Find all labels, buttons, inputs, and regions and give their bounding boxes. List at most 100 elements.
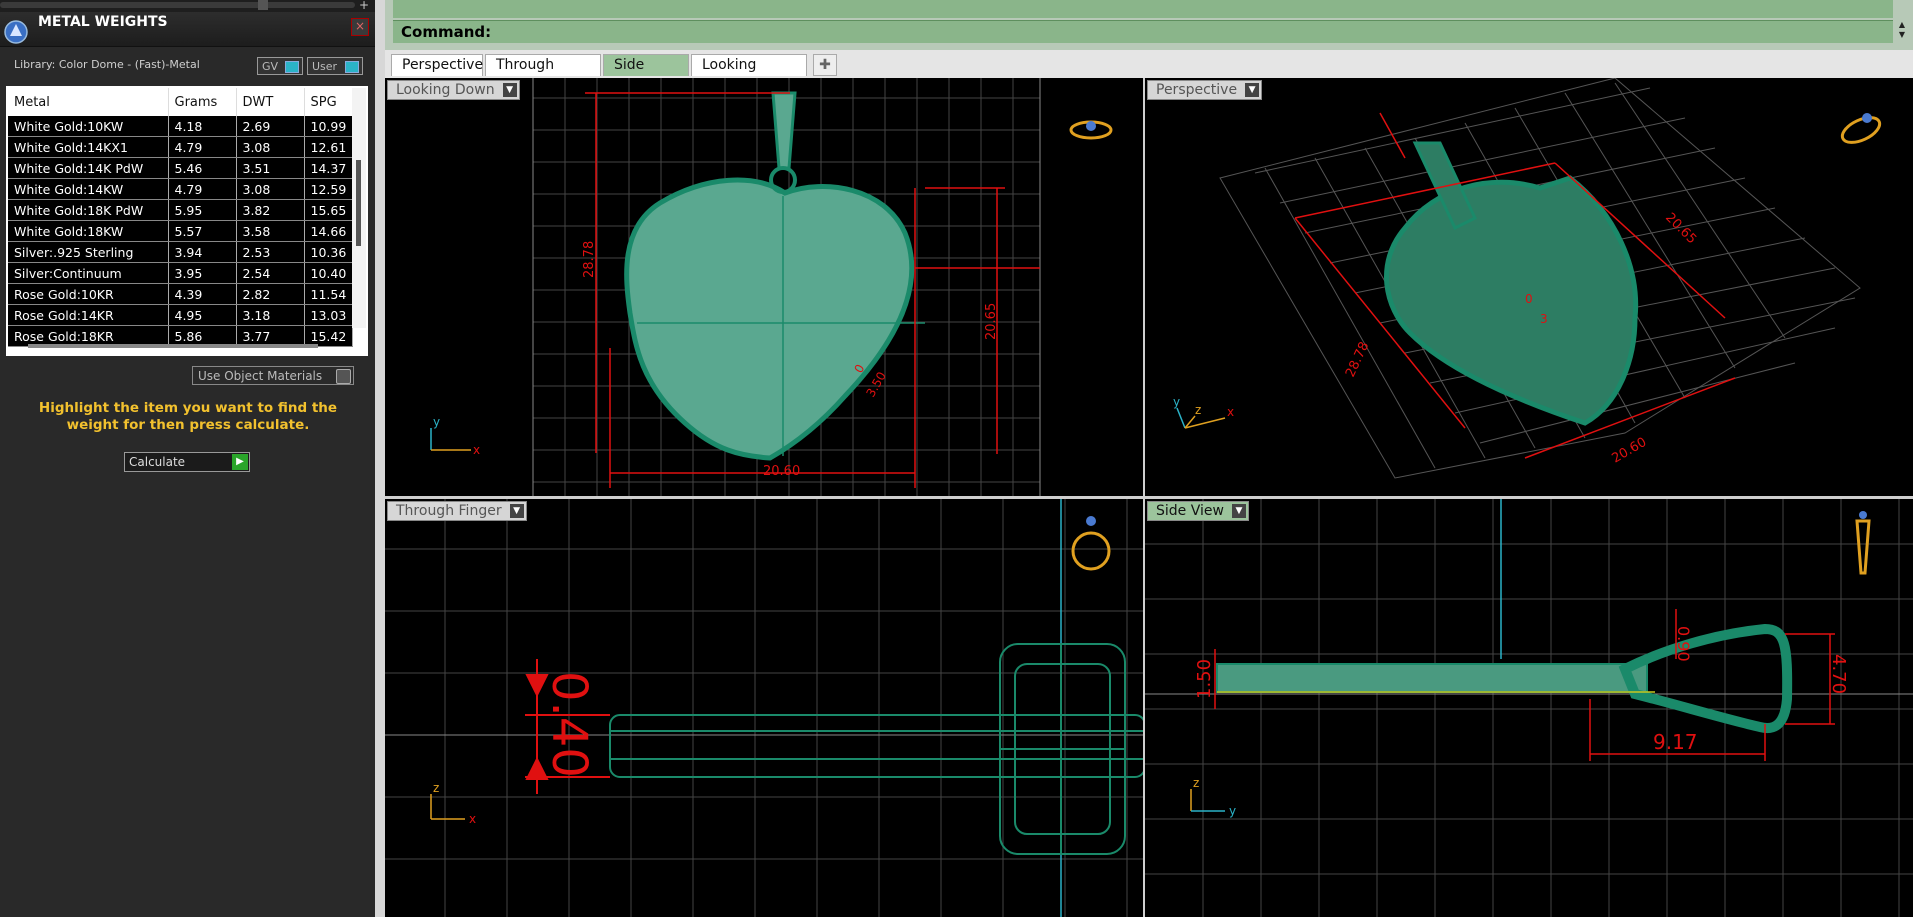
dim-c: 20.60	[1610, 435, 1650, 467]
library-label: Library: Color Dome - (Fast)-Metal	[14, 58, 200, 71]
ring-orientation-icon	[1069, 120, 1113, 140]
metal-weights-panel: + METAL WEIGHTS × Library: Color Dome - …	[0, 0, 375, 917]
command-history	[393, 0, 1893, 18]
table-header-row: Metal Grams DWT SPG	[8, 88, 353, 116]
dim-thickness: 0.40	[541, 671, 597, 778]
tab-side-view[interactable]: Side View	[603, 54, 689, 94]
gv-toggle[interactable]: GV	[257, 57, 303, 75]
viewport-label-looking-down[interactable]: Looking Down ▼	[387, 80, 520, 100]
metal-name: White Gold:14KX1	[8, 136, 169, 158]
dwt-value: 3.08	[236, 178, 305, 200]
table-row[interactable]: White Gold:14K PdW 5.46 3.51 14.37	[8, 157, 353, 179]
dim-bottom: 20.60	[763, 464, 800, 479]
metal-table-container: Metal Grams DWT SPG White Gold:10KW 4.18 2…	[6, 86, 368, 356]
axis-x-label: x	[473, 443, 480, 457]
user-toggle[interactable]: User	[307, 57, 363, 75]
table-vertical-scrollbar[interactable]	[352, 88, 366, 328]
grams-value: 4.79	[168, 136, 237, 158]
dwt-value: 2.69	[236, 116, 305, 137]
viewport-looking-down[interactable]: 28.78 20.65 20.60 0 3.50 y x Looking Dow…	[385, 78, 1143, 496]
pendant-side-body	[1216, 623, 1793, 733]
table-row[interactable]: Silver:.925 Sterling 3.94 2.53 10.36	[8, 241, 353, 263]
metal-name: Rose Gold:10KR	[8, 283, 169, 305]
table-horizontal-scrollbar[interactable]	[28, 344, 318, 348]
table-row[interactable]: Silver:Continuum 3.95 2.54 10.40	[8, 262, 353, 284]
grams-value: 3.94	[168, 241, 237, 263]
panel-titlebar: METAL WEIGHTS ×	[0, 12, 375, 47]
dim-b: 20.65	[1662, 210, 1699, 247]
axis-z-label: z	[433, 781, 439, 795]
panel-slider-track[interactable]	[0, 2, 355, 8]
table-row[interactable]: White Gold:18KW 5.57 3.58 14.66	[8, 220, 353, 242]
dim-loop-top: 0.90	[1674, 626, 1693, 662]
dwt-value: 3.51	[236, 157, 305, 179]
table-row[interactable]: Rose Gold:10KR 4.39 2.82 11.54	[8, 283, 353, 305]
axis-y-label: y	[433, 415, 440, 429]
table-row[interactable]: White Gold:18K PdW 5.95 3.82 15.65	[8, 199, 353, 221]
column-header-dwt[interactable]: DWT	[236, 88, 305, 116]
grams-value: 5.57	[168, 220, 237, 242]
tab-perspective[interactable]: Perspective	[391, 54, 483, 76]
metal-name: White Gold:10KW	[8, 116, 169, 137]
spg-value: 10.36	[304, 241, 353, 263]
dwt-value: 3.18	[236, 304, 305, 326]
panel-splitter[interactable]	[375, 0, 385, 917]
dim-loop-height: 4.70	[1828, 654, 1849, 694]
viewport-through-finger[interactable]: 0.40 z x Through Finger ▼	[385, 499, 1143, 917]
axis-x-label: x	[469, 812, 476, 826]
viewport-label-perspective[interactable]: Perspective ▼	[1147, 80, 1263, 100]
use-object-materials-label: Use Object Materials	[198, 369, 323, 383]
expand-plus-icon[interactable]: +	[359, 0, 369, 12]
tab-looking-down[interactable]: Looking Down	[691, 54, 807, 94]
user-toggle-knob-icon	[345, 61, 359, 73]
panel-top-strip: +	[0, 0, 375, 12]
viewport-label-text: Through Finger	[396, 503, 502, 519]
spg-value: 10.40	[304, 262, 353, 284]
column-header-spg[interactable]: SPG	[304, 88, 353, 116]
close-icon[interactable]: ×	[351, 18, 369, 36]
panel-slider-thumb[interactable]	[258, 0, 268, 10]
column-header-metal[interactable]: Metal	[8, 88, 169, 116]
table-row[interactable]: White Gold:14KX1 4.79 3.08 12.61	[8, 136, 353, 158]
command-scroll-arrows[interactable]: ▲ ▼	[1895, 20, 1909, 42]
viewport-splitter-horizontal[interactable]	[385, 496, 1913, 499]
add-tab-icon[interactable]: ✚	[813, 54, 837, 76]
dwt-value: 3.08	[236, 136, 305, 158]
command-area: Command: ▲ ▼	[385, 0, 1913, 50]
table-row[interactable]: White Gold:10KW 4.18 2.69 10.99	[8, 116, 353, 137]
column-header-grams[interactable]: Grams	[168, 88, 237, 116]
pendant-side-wireframe	[609, 643, 1143, 855]
pendant-outline	[624, 177, 915, 461]
metal-name: Silver:.925 Sterling	[8, 241, 169, 263]
grams-value: 5.95	[168, 199, 237, 221]
use-object-materials-button[interactable]: Use Object Materials	[192, 366, 354, 385]
table-row[interactable]: Rose Gold:14KR 4.95 3.18 13.03	[8, 304, 353, 326]
viewport-side-view[interactable]: 1.50 0.90 4.70 9.17 z y Side View ▼	[1145, 499, 1913, 917]
play-icon: ▶	[232, 454, 248, 470]
viewport-label-text: Side View	[1156, 503, 1224, 519]
command-label: Command:	[401, 23, 492, 41]
table-scroll-thumb[interactable]	[356, 160, 361, 246]
table-row[interactable]: White Gold:14KW 4.79 3.08 12.59	[8, 178, 353, 200]
calculate-button[interactable]: Calculate ▶	[124, 452, 250, 472]
viewport-label-through-finger[interactable]: Through Finger ▼	[387, 501, 527, 521]
command-line[interactable]: Command:	[393, 20, 1893, 43]
looking-down-canvas: 28.78 20.65 20.60 0 3.50 y x	[430, 78, 1113, 496]
dim-d: 0	[1525, 292, 1533, 306]
chevron-down-icon: ▼	[502, 83, 517, 97]
metal-name: White Gold:14KW	[8, 178, 169, 200]
viewport-perspective[interactable]: 28.78 20.65 20.60 0 3 y z x Perspective ▼	[1145, 78, 1913, 496]
dwt-value: 2.54	[236, 262, 305, 284]
ring-orientation-icon	[1855, 511, 1871, 575]
axis-x-label: x	[1227, 405, 1234, 419]
viewport-label-side-view[interactable]: Side View ▼	[1147, 501, 1249, 521]
chevron-down-icon: ▼	[1245, 83, 1260, 97]
grams-value: 4.18	[168, 116, 237, 137]
dim-thickness: 1.50	[1194, 659, 1215, 699]
through-finger-canvas: 0.40 z x	[385, 499, 1143, 917]
metal-name: Silver:Continuum	[8, 262, 169, 284]
weight-scale-icon	[4, 20, 28, 44]
tab-through-finger[interactable]: Through Finger	[485, 54, 601, 94]
grams-value: 4.95	[168, 304, 237, 326]
metal-name: White Gold:18KW	[8, 220, 169, 242]
